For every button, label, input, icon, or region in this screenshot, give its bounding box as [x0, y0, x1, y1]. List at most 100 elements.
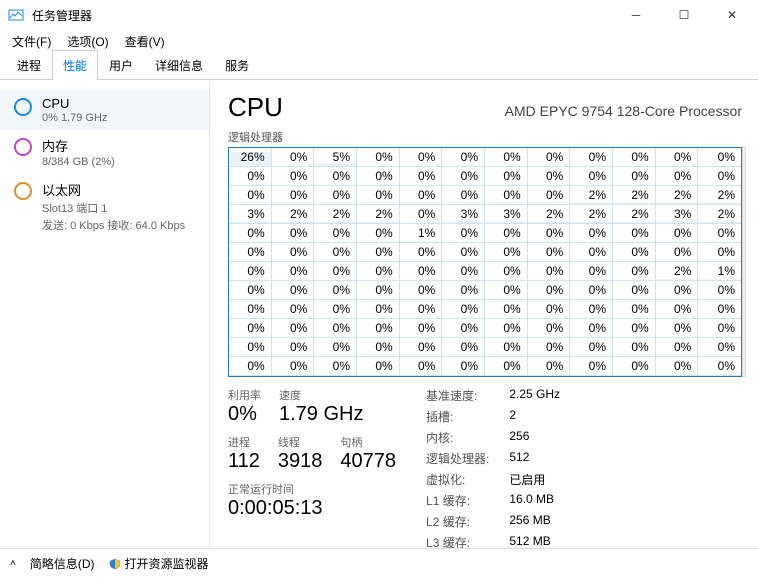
sidebar-sub: Slot13 端口 1: [42, 200, 185, 216]
core-cell: 0%: [485, 186, 528, 205]
core-cell: 0%: [272, 186, 315, 205]
sidebar-item-1[interactable]: 内存8/384 GB (2%): [0, 130, 209, 174]
core-cell: 0%: [229, 300, 272, 319]
core-cell: 0%: [442, 243, 485, 262]
cpu-cores-grid[interactable]: 26%0%5%0%0%0%0%0%0%0%0%0%0%0%0%0%0%0%0%0…: [228, 147, 742, 377]
core-cell: 26%: [229, 148, 272, 167]
core-cell: 0%: [570, 300, 613, 319]
menu-options[interactable]: 选项(O): [61, 31, 114, 52]
core-cell: 0%: [314, 262, 357, 281]
core-cell: 2%: [656, 262, 699, 281]
core-cell: 0%: [229, 243, 272, 262]
core-cell: 0%: [357, 262, 400, 281]
core-cell: 0%: [442, 186, 485, 205]
minimize-button[interactable]: ─: [618, 8, 654, 22]
core-cell: 0%: [400, 357, 443, 376]
core-cell: 0%: [613, 338, 656, 357]
tab-performance[interactable]: 性能: [52, 50, 98, 80]
menu-view[interactable]: 查看(V): [119, 31, 171, 52]
core-cell: 0%: [272, 300, 315, 319]
tab-details[interactable]: 详细信息: [144, 50, 214, 80]
menu-file[interactable]: 文件(F): [6, 31, 57, 52]
core-cell: 2%: [570, 205, 613, 224]
maximize-button[interactable]: ☐: [666, 8, 702, 22]
core-cell: 0%: [656, 357, 699, 376]
core-cell: 0%: [314, 281, 357, 300]
core-cell: 0%: [357, 224, 400, 243]
core-cell: 0%: [656, 281, 699, 300]
resource-monitor-label: 打开资源监视器: [125, 555, 209, 572]
tab-processes[interactable]: 进程: [6, 50, 52, 80]
tab-users[interactable]: 用户: [98, 50, 144, 80]
resource-ring-icon: [14, 98, 32, 116]
core-cell: 0%: [272, 357, 315, 376]
core-cell: 0%: [570, 224, 613, 243]
core-cell: 0%: [698, 319, 741, 338]
handles-label: 句柄: [340, 434, 396, 450]
stat-key: 内核:: [426, 429, 489, 446]
core-cell: 0%: [698, 300, 741, 319]
stat-key: 基准速度:: [426, 387, 489, 404]
core-cell: 0%: [485, 281, 528, 300]
core-cell: 3%: [442, 205, 485, 224]
core-cell: 0%: [528, 167, 571, 186]
core-cell: 0%: [698, 224, 741, 243]
core-cell: 0%: [357, 148, 400, 167]
core-cell: 0%: [272, 338, 315, 357]
grid-scrollbar[interactable]: [742, 147, 746, 377]
resource-monitor-link[interactable]: 打开资源监视器: [109, 555, 209, 572]
core-cell: 0%: [229, 319, 272, 338]
core-cell: 0%: [613, 224, 656, 243]
core-cell: 0%: [485, 224, 528, 243]
core-cell: 1%: [698, 262, 741, 281]
core-cell: 0%: [698, 357, 741, 376]
brief-info-link[interactable]: 简略信息(D): [30, 555, 95, 572]
core-cell: 0%: [272, 224, 315, 243]
core-cell: 0%: [485, 262, 528, 281]
core-cell: 0%: [656, 148, 699, 167]
core-cell: 0%: [485, 243, 528, 262]
core-cell: 0%: [442, 300, 485, 319]
title-bar: 任务管理器 ─ ☐ ✕: [0, 0, 758, 30]
core-cell: 0%: [442, 281, 485, 300]
core-cell: 0%: [570, 357, 613, 376]
core-cell: 0%: [357, 300, 400, 319]
core-cell: 0%: [314, 338, 357, 357]
core-cell: 0%: [570, 262, 613, 281]
core-cell: 0%: [698, 148, 741, 167]
sidebar-sub: 8/384 GB (2%): [42, 156, 115, 168]
core-cell: 0%: [528, 357, 571, 376]
sidebar-sub2: 发送: 0 Kbps 接收: 64.0 Kbps: [42, 217, 185, 233]
sidebar-item-0[interactable]: CPU0% 1.79 GHz: [0, 90, 209, 130]
core-cell: 0%: [442, 357, 485, 376]
sidebar-sub: 0% 1.79 GHz: [42, 112, 107, 124]
core-cell: 0%: [400, 338, 443, 357]
core-cell: 0%: [485, 357, 528, 376]
core-cell: 0%: [314, 300, 357, 319]
resource-ring-icon: [14, 182, 32, 200]
core-cell: 0%: [570, 281, 613, 300]
core-cell: 0%: [357, 167, 400, 186]
core-cell: 0%: [442, 224, 485, 243]
tab-services[interactable]: 服务: [214, 50, 260, 80]
resource-ring-icon: [14, 138, 32, 156]
util-value: 0%: [228, 403, 261, 426]
core-cell: 0%: [698, 243, 741, 262]
stat-val: 256 MB: [509, 513, 560, 530]
core-cell: 0%: [272, 148, 315, 167]
sidebar-item-2[interactable]: 以太网Slot13 端口 1发送: 0 Kbps 接收: 64.0 Kbps: [0, 174, 209, 239]
core-cell: 3%: [229, 205, 272, 224]
core-cell: 0%: [400, 148, 443, 167]
core-cell: 2%: [272, 205, 315, 224]
core-cell: 0%: [272, 262, 315, 281]
chevron-up-icon: ˄: [10, 558, 16, 569]
close-button[interactable]: ✕: [714, 8, 750, 22]
core-cell: 0%: [528, 319, 571, 338]
core-cell: 0%: [528, 281, 571, 300]
core-cell: 5%: [314, 148, 357, 167]
performance-sidebar: CPU0% 1.79 GHz内存8/384 GB (2%)以太网Slot13 端…: [0, 80, 210, 548]
shield-icon: [109, 558, 121, 570]
uptime-label: 正常运行时间: [228, 481, 396, 497]
cpu-model: AMD EPYC 9754 128-Core Processor: [505, 103, 742, 119]
window-title: 任务管理器: [32, 7, 610, 24]
